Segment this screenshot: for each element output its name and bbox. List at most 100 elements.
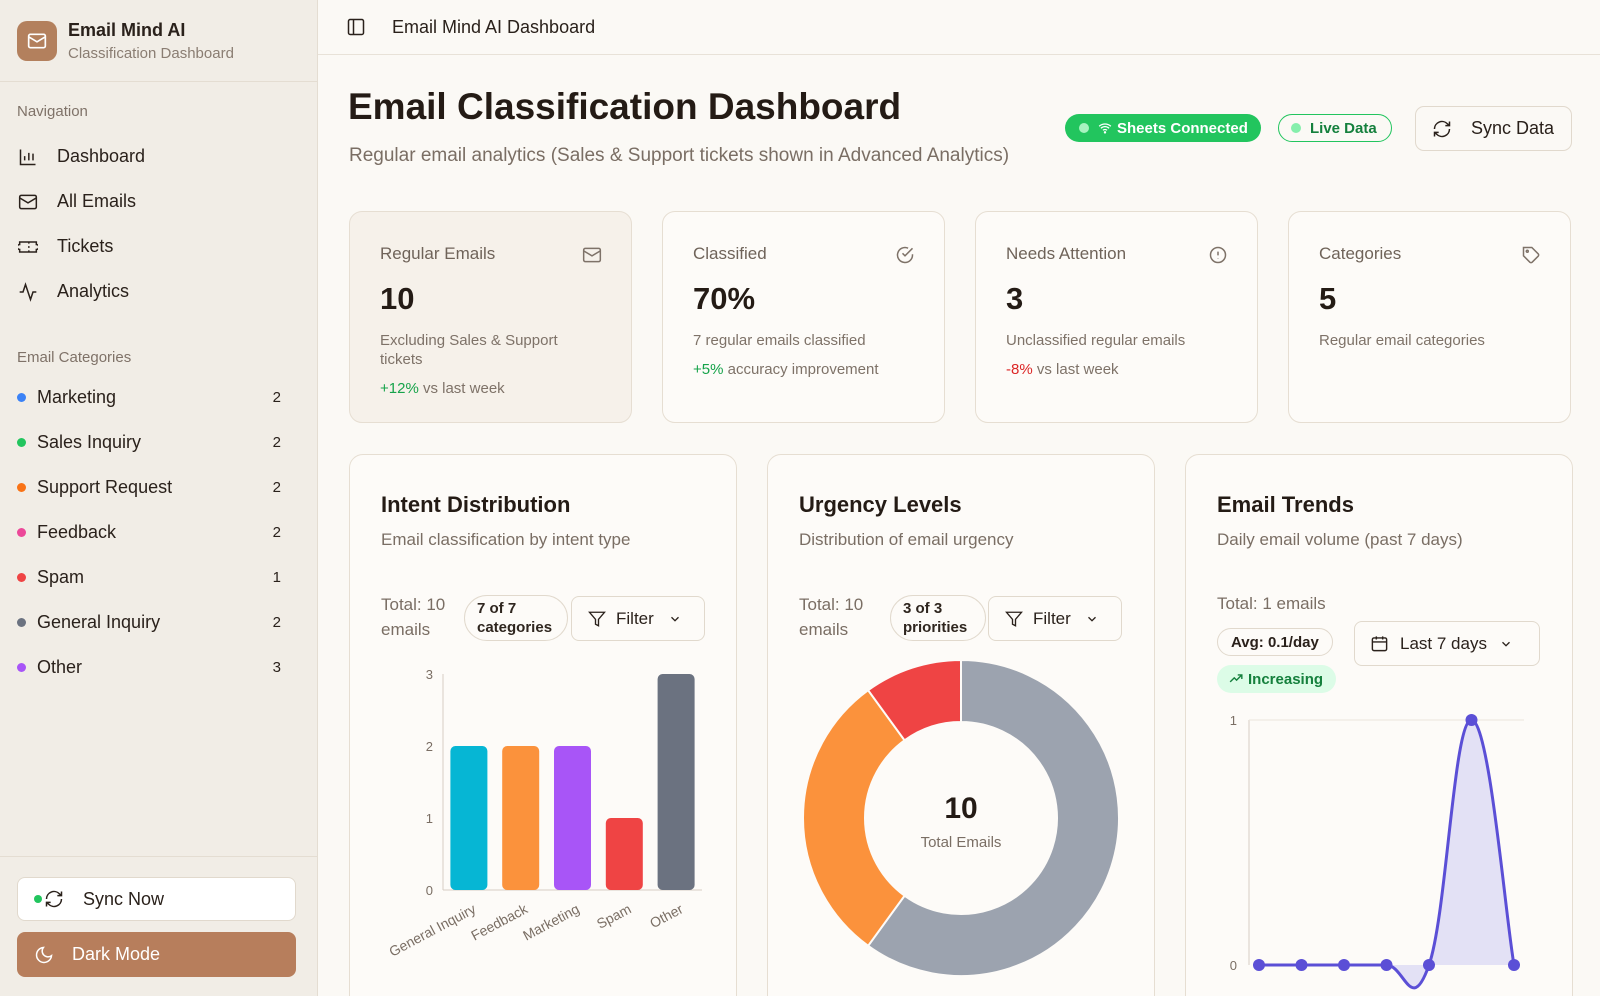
- stat-description: Excluding Sales & Support tickets: [380, 332, 558, 368]
- y-tick-label: 1: [426, 811, 433, 826]
- stat-description: 7 regular emails classified: [693, 332, 866, 349]
- bar: [502, 746, 540, 890]
- filter-label: Filter: [616, 608, 654, 628]
- date-range-label: Last 7 days: [1400, 633, 1487, 653]
- chart-title: Email Trends: [1217, 492, 1354, 517]
- category-name: Marketing: [37, 387, 117, 407]
- bar-chart-icon: [19, 149, 36, 165]
- topbar-title: Email Mind AI Dashboard: [392, 16, 596, 37]
- category-dot: [17, 393, 26, 402]
- filter-label: Filter: [1033, 608, 1071, 628]
- nav-item-label: Analytics: [57, 281, 130, 301]
- filter-icon: [588, 611, 606, 627]
- chart-subtitle: Daily email volume (past 7 days): [1217, 530, 1463, 549]
- donut-center-label: Total Emails: [921, 834, 1002, 851]
- x-tick-label: Marketing: [520, 901, 582, 944]
- activity-icon: [19, 281, 37, 302]
- category-dot: [17, 573, 26, 582]
- stat-card-classified: Classified 70% 7 regular emails classifi…: [662, 211, 945, 423]
- nav-item-all-emails[interactable]: All Emails: [0, 179, 317, 224]
- intent-distribution-card: Intent Distribution Email classification…: [349, 454, 737, 996]
- category-item-spam[interactable]: Spam 1: [0, 555, 317, 600]
- stat-card-categories: Categories 5 Regular email categories: [1288, 211, 1571, 423]
- sync-now-button[interactable]: Sync Now: [17, 877, 296, 921]
- dark-mode-button[interactable]: Dark Mode: [17, 932, 296, 977]
- sync-data-button[interactable]: Sync Data: [1415, 106, 1572, 151]
- brand-title: Email Mind AI: [68, 19, 186, 40]
- live-data-badge: Live Data: [1278, 114, 1392, 142]
- category-dot: [17, 618, 26, 627]
- category-item-other[interactable]: Other 3: [0, 645, 317, 690]
- average-pill: Avg: 0.1/day: [1217, 628, 1333, 656]
- stat-card-needs-attention: Needs Attention 3 Unclassified regular e…: [975, 211, 1258, 423]
- trend-value: +12%: [380, 380, 419, 397]
- sidebar-toggle-icon[interactable]: [346, 17, 366, 37]
- stat-trend: +5% accuracy improvement: [693, 361, 914, 378]
- sync-now-label: Sync Now: [83, 888, 165, 909]
- nav-list: Dashboard All Emails Tickets Analytics: [0, 134, 317, 314]
- status-dot: [1291, 123, 1301, 133]
- chevron-down-icon: [1087, 616, 1096, 622]
- status-dot: [1079, 123, 1089, 133]
- ticket-icon: [18, 240, 38, 253]
- chart-title: Intent Distribution: [381, 492, 571, 517]
- intent-bar-chart: 0 1 2 3 General InquiryFeedbackMarketing Spam…: [386, 667, 702, 960]
- category-count: 2: [272, 434, 281, 451]
- total-label: Total: 10 emails: [799, 595, 864, 639]
- x-tick-label: Other: [647, 900, 686, 931]
- category-item-general-inquiry[interactable]: General Inquiry 2: [0, 600, 317, 645]
- stat-value: 5: [1319, 281, 1337, 316]
- nav-item-tickets[interactable]: Tickets: [0, 224, 317, 269]
- category-item-marketing[interactable]: Marketing 2: [0, 375, 317, 420]
- category-name: Feedback: [37, 522, 117, 542]
- category-dot: [17, 663, 26, 672]
- trend-text: vs last week: [1032, 361, 1119, 378]
- category-item-support-request[interactable]: Support Request 2: [0, 465, 317, 510]
- stat-label: Categories: [1319, 244, 1402, 263]
- sidebar: Email Mind AI Classification Dashboard N…: [0, 0, 318, 996]
- trend-text: vs last week: [418, 380, 505, 397]
- date-range-select[interactable]: Last 7 days: [1354, 621, 1540, 666]
- chart-subtitle: Distribution of email urgency: [799, 530, 1014, 549]
- mail-icon: [18, 194, 38, 209]
- categories-count-pill: 7 of 7 categories: [464, 595, 568, 641]
- increasing-label: Increasing: [1248, 670, 1324, 688]
- urgency-filter-button[interactable]: Filter: [988, 596, 1122, 641]
- category-item-feedback[interactable]: Feedback 2: [0, 510, 317, 555]
- bar: [605, 818, 643, 890]
- increasing-badge: Increasing: [1217, 665, 1337, 693]
- moon-icon: [35, 946, 53, 963]
- stat-label: Needs Attention: [1006, 244, 1127, 263]
- category-count: 3: [272, 659, 281, 676]
- stat-trend: -8% vs last week: [1006, 361, 1227, 378]
- x-tick-label: Feedback: [468, 900, 531, 943]
- category-dot: [17, 438, 26, 447]
- navigation-label: Navigation: [17, 103, 88, 120]
- category-dot: [17, 483, 26, 492]
- sheets-connected-label: Sheets Connected: [1117, 119, 1248, 137]
- nav-item-dashboard[interactable]: Dashboard: [0, 134, 317, 179]
- urgency-levels-card: Urgency Levels Distribution of email urg…: [767, 454, 1155, 996]
- x-tick-label: General Inquiry: [386, 901, 478, 960]
- nav-item-label: All Emails: [57, 191, 137, 211]
- x-tick-label: Spam: [594, 901, 634, 932]
- page-title: Email Classification Dashboard: [348, 86, 902, 127]
- intent-filter-button[interactable]: Filter: [571, 596, 705, 641]
- filter-icon: [1005, 611, 1023, 627]
- sidebar-footer: Sync Now Dark Mode: [0, 856, 317, 996]
- trending-up-icon: [1229, 674, 1243, 683]
- trends-area-chart: 01: [1230, 713, 1524, 990]
- stat-card-regular-emails: Regular Emails 10 Excluding Sales & Supp…: [349, 211, 632, 423]
- stat-trend: +12% vs last week: [380, 380, 601, 397]
- area-fill: [1259, 720, 1514, 988]
- trend-value: -8%: [1006, 361, 1033, 378]
- urgency-donut-chart: 10 Total Emails: [802, 658, 1120, 977]
- nav-item-analytics[interactable]: Analytics: [0, 269, 317, 314]
- donut-slice: [802, 688, 906, 948]
- stat-description: Regular email categories: [1319, 332, 1485, 349]
- email-categories-label: Email Categories: [17, 349, 132, 366]
- chart-subtitle: Email classification by intent type: [381, 530, 631, 549]
- category-item-sales-inquiry[interactable]: Sales Inquiry 2: [0, 420, 317, 465]
- status-dot: [34, 895, 42, 903]
- y-tick-label: 0: [1230, 958, 1237, 973]
